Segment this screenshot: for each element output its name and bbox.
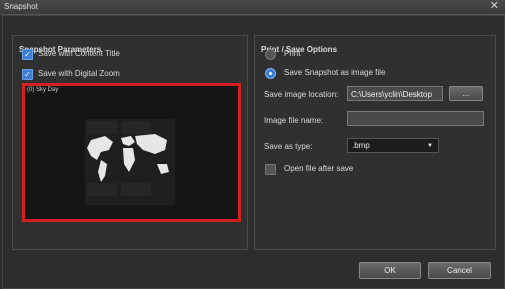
image-file-name-label: Image file name: — [264, 116, 324, 125]
save-as-type-label: Save as type: — [264, 142, 313, 151]
save-content-title-checkbox[interactable]: ✓ — [22, 49, 33, 60]
print-label[interactable]: Print — [284, 49, 300, 58]
image-file-name-field[interactable] — [347, 111, 484, 126]
save-digital-zoom-label[interactable]: Save with Digital Zoom — [38, 69, 120, 78]
save-location-field[interactable]: C:\Users\yclin\Desktop — [347, 86, 443, 101]
window-title: Snapshot — [4, 2, 38, 11]
title-bar: Snapshot ✕ — [0, 0, 505, 15]
ok-button[interactable]: OK — [359, 262, 421, 279]
print-radio[interactable] — [265, 49, 276, 60]
preview-caption: (0) Sky Day — [27, 87, 59, 93]
open-after-save-checkbox[interactable] — [265, 164, 276, 175]
chevron-down-icon: ▼ — [427, 143, 433, 149]
save-digital-zoom-checkbox[interactable]: ✓ — [22, 69, 33, 80]
save-as-type-value: .bmp — [352, 141, 370, 150]
world-map-image — [85, 119, 175, 205]
snapshot-preview: (0) Sky Day — [22, 83, 241, 222]
save-content-title-label[interactable]: Save with Content Title — [38, 49, 120, 58]
save-as-type-select[interactable]: .bmp ▼ — [347, 138, 439, 153]
save-image-label[interactable]: Save Snapshot as image file — [284, 68, 385, 77]
save-location-label: Save image location: — [264, 90, 339, 99]
cancel-button[interactable]: Cancel — [428, 262, 491, 279]
browse-button[interactable]: ... — [449, 86, 483, 101]
snapshot-dialog: Snapshot Parameters Print / Save Options… — [2, 15, 505, 289]
close-icon[interactable]: ✕ — [490, 0, 499, 13]
save-image-radio[interactable] — [265, 68, 276, 79]
open-after-save-label[interactable]: Open file after save — [284, 164, 353, 173]
